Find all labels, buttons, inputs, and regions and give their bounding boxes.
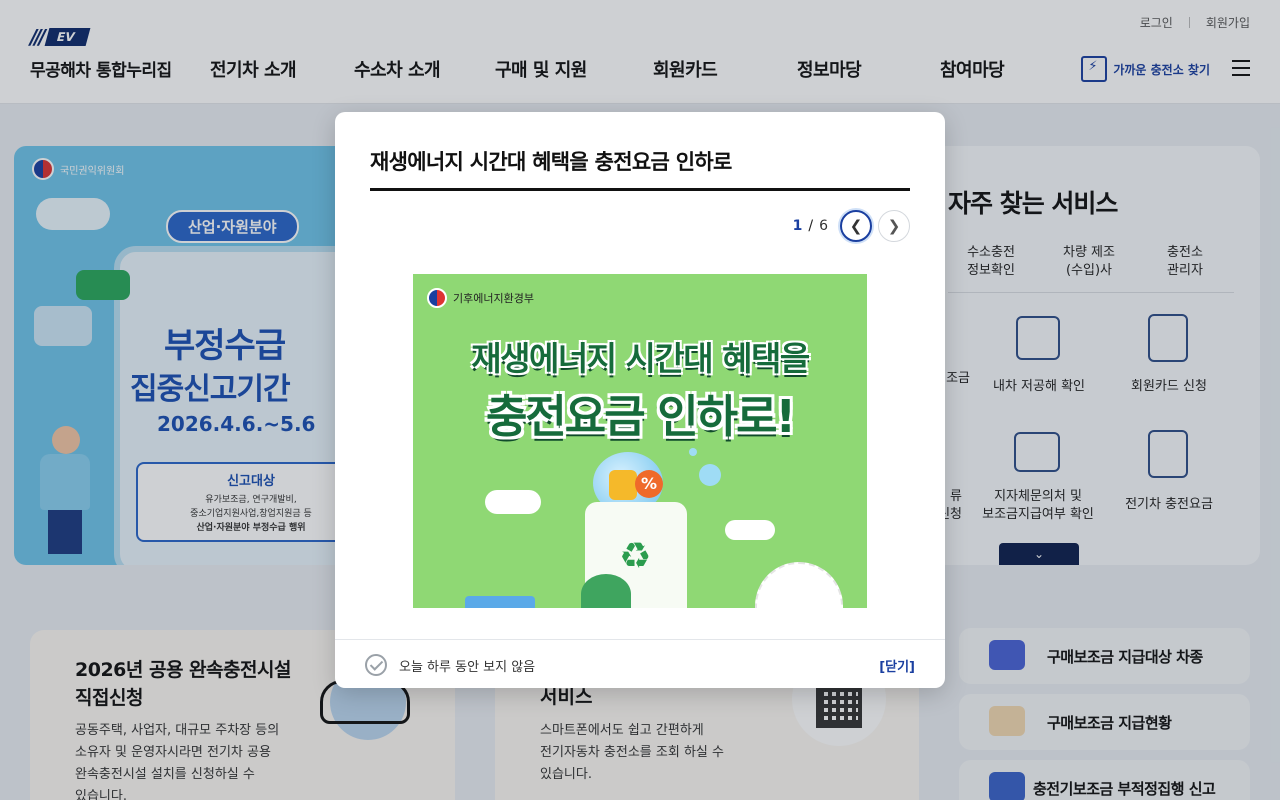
cloud-illustration — [725, 520, 775, 540]
chevron-left-icon[interactable]: ❮ — [840, 210, 872, 242]
popup-headline-1: 재생에너지 시간대 혜택을 — [471, 339, 810, 378]
popup-image[interactable]: 기후에너지환경부 재생에너지 시간대 혜택을 충전요금 인하로! % ♻ — [413, 274, 867, 608]
close-button[interactable]: [닫기] — [879, 656, 915, 675]
bubble-illustration — [699, 464, 721, 486]
pager-separator: / — [808, 218, 814, 234]
hill-illustration — [581, 574, 631, 608]
no-show-today-checkbox[interactable]: 오늘 하루 동안 보지 않음 — [365, 654, 535, 676]
divider — [370, 188, 910, 191]
percent-icon: % — [635, 470, 663, 498]
popup-pager: 1 / 6 ❮ ❯ — [793, 210, 910, 242]
popup-org-name: 기후에너지환경부 — [453, 292, 534, 305]
chevron-right-icon[interactable]: ❯ — [878, 210, 910, 242]
popup-headline-2: 충전요금 인하로! — [486, 390, 796, 443]
government-emblem-icon — [427, 288, 447, 308]
popup-org: 기후에너지환경부 — [427, 288, 534, 308]
character-illustration — [755, 562, 843, 608]
cloud-illustration — [485, 490, 541, 514]
pager-current: 1 — [792, 218, 803, 234]
modal-footer: 오늘 하루 동안 보지 않음 [닫기] — [335, 639, 945, 688]
modal-title: 재생에너지 시간대 혜택을 충전요금 인하로 — [370, 150, 732, 174]
checkmark-icon — [365, 654, 387, 676]
coins-icon — [609, 470, 637, 500]
no-show-today-label: 오늘 하루 동안 보지 않음 — [399, 659, 536, 675]
pager-total: 6 — [819, 218, 828, 234]
popup-modal: 재생에너지 시간대 혜택을 충전요금 인하로 1 / 6 ❮ ❯ 기후에너지환경… — [335, 112, 945, 688]
bubble-illustration — [689, 448, 697, 456]
recycle-icon: ♻ — [619, 536, 652, 577]
device-illustration — [465, 596, 535, 608]
